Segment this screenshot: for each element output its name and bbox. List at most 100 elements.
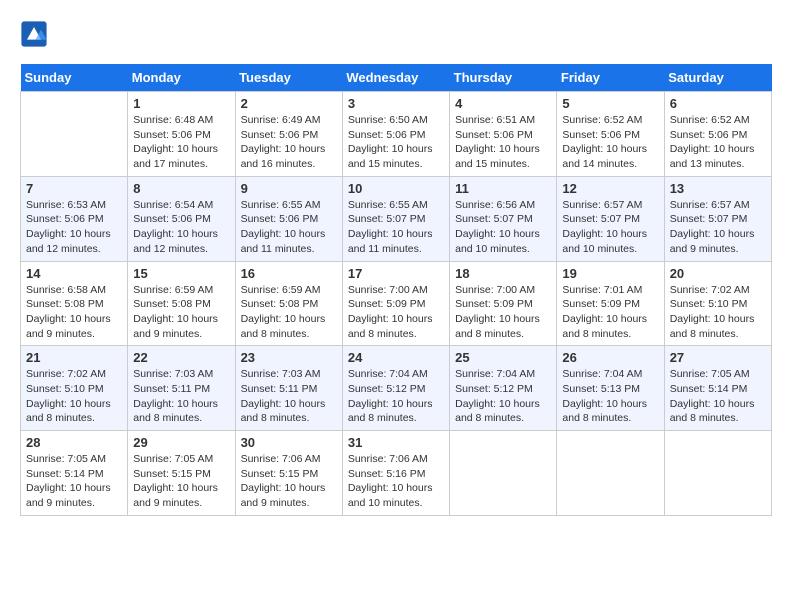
calendar-cell: 12 Sunrise: 6:57 AM Sunset: 5:07 PM Dayl… <box>557 176 664 261</box>
day-info: Sunrise: 7:05 AM Sunset: 5:14 PM Dayligh… <box>26 452 122 511</box>
calendar-cell: 13 Sunrise: 6:57 AM Sunset: 5:07 PM Dayl… <box>664 176 771 261</box>
calendar-cell: 16 Sunrise: 6:59 AM Sunset: 5:08 PM Dayl… <box>235 261 342 346</box>
day-info: Sunrise: 7:02 AM Sunset: 5:10 PM Dayligh… <box>26 367 122 426</box>
weekday-header-row: SundayMondayTuesdayWednesdayThursdayFrid… <box>21 64 772 92</box>
calendar-cell <box>450 431 557 516</box>
calendar-cell: 21 Sunrise: 7:02 AM Sunset: 5:10 PM Dayl… <box>21 346 128 431</box>
calendar-cell: 26 Sunrise: 7:04 AM Sunset: 5:13 PM Dayl… <box>557 346 664 431</box>
day-number: 3 <box>348 96 444 111</box>
day-info: Sunrise: 6:52 AM Sunset: 5:06 PM Dayligh… <box>670 113 766 172</box>
day-number: 11 <box>455 181 551 196</box>
day-info: Sunrise: 7:01 AM Sunset: 5:09 PM Dayligh… <box>562 283 658 342</box>
day-number: 22 <box>133 350 229 365</box>
day-info: Sunrise: 7:04 AM Sunset: 5:12 PM Dayligh… <box>455 367 551 426</box>
calendar-cell <box>557 431 664 516</box>
day-info: Sunrise: 6:57 AM Sunset: 5:07 PM Dayligh… <box>670 198 766 257</box>
weekday-header-wednesday: Wednesday <box>342 64 449 92</box>
calendar-week-5: 28 Sunrise: 7:05 AM Sunset: 5:14 PM Dayl… <box>21 431 772 516</box>
calendar-cell: 9 Sunrise: 6:55 AM Sunset: 5:06 PM Dayli… <box>235 176 342 261</box>
day-info: Sunrise: 6:58 AM Sunset: 5:08 PM Dayligh… <box>26 283 122 342</box>
calendar-cell: 25 Sunrise: 7:04 AM Sunset: 5:12 PM Dayl… <box>450 346 557 431</box>
day-number: 21 <box>26 350 122 365</box>
day-info: Sunrise: 6:56 AM Sunset: 5:07 PM Dayligh… <box>455 198 551 257</box>
day-number: 28 <box>26 435 122 450</box>
calendar-body: 1 Sunrise: 6:48 AM Sunset: 5:06 PM Dayli… <box>21 92 772 516</box>
calendar-cell: 15 Sunrise: 6:59 AM Sunset: 5:08 PM Dayl… <box>128 261 235 346</box>
calendar-cell: 31 Sunrise: 7:06 AM Sunset: 5:16 PM Dayl… <box>342 431 449 516</box>
calendar-cell: 14 Sunrise: 6:58 AM Sunset: 5:08 PM Dayl… <box>21 261 128 346</box>
weekday-header-friday: Friday <box>557 64 664 92</box>
day-number: 12 <box>562 181 658 196</box>
calendar-week-2: 7 Sunrise: 6:53 AM Sunset: 5:06 PM Dayli… <box>21 176 772 261</box>
logo <box>20 20 52 48</box>
day-info: Sunrise: 7:04 AM Sunset: 5:13 PM Dayligh… <box>562 367 658 426</box>
calendar-cell: 27 Sunrise: 7:05 AM Sunset: 5:14 PM Dayl… <box>664 346 771 431</box>
day-info: Sunrise: 7:02 AM Sunset: 5:10 PM Dayligh… <box>670 283 766 342</box>
day-number: 6 <box>670 96 766 111</box>
logo-icon <box>20 20 48 48</box>
day-number: 18 <box>455 266 551 281</box>
day-info: Sunrise: 7:06 AM Sunset: 5:15 PM Dayligh… <box>241 452 337 511</box>
day-number: 27 <box>670 350 766 365</box>
calendar-cell <box>21 92 128 177</box>
calendar-cell: 29 Sunrise: 7:05 AM Sunset: 5:15 PM Dayl… <box>128 431 235 516</box>
day-number: 10 <box>348 181 444 196</box>
day-number: 1 <box>133 96 229 111</box>
weekday-header-tuesday: Tuesday <box>235 64 342 92</box>
calendar-cell: 20 Sunrise: 7:02 AM Sunset: 5:10 PM Dayl… <box>664 261 771 346</box>
calendar-cell: 3 Sunrise: 6:50 AM Sunset: 5:06 PM Dayli… <box>342 92 449 177</box>
calendar-table: SundayMondayTuesdayWednesdayThursdayFrid… <box>20 64 772 516</box>
day-info: Sunrise: 6:53 AM Sunset: 5:06 PM Dayligh… <box>26 198 122 257</box>
calendar-cell: 4 Sunrise: 6:51 AM Sunset: 5:06 PM Dayli… <box>450 92 557 177</box>
day-number: 9 <box>241 181 337 196</box>
calendar-cell: 23 Sunrise: 7:03 AM Sunset: 5:11 PM Dayl… <box>235 346 342 431</box>
page-header <box>20 20 772 48</box>
day-info: Sunrise: 7:00 AM Sunset: 5:09 PM Dayligh… <box>455 283 551 342</box>
day-info: Sunrise: 7:03 AM Sunset: 5:11 PM Dayligh… <box>241 367 337 426</box>
day-number: 20 <box>670 266 766 281</box>
day-number: 29 <box>133 435 229 450</box>
day-number: 23 <box>241 350 337 365</box>
calendar-cell: 28 Sunrise: 7:05 AM Sunset: 5:14 PM Dayl… <box>21 431 128 516</box>
day-info: Sunrise: 6:54 AM Sunset: 5:06 PM Dayligh… <box>133 198 229 257</box>
day-number: 2 <box>241 96 337 111</box>
day-number: 4 <box>455 96 551 111</box>
day-info: Sunrise: 7:04 AM Sunset: 5:12 PM Dayligh… <box>348 367 444 426</box>
weekday-header-monday: Monday <box>128 64 235 92</box>
day-info: Sunrise: 7:06 AM Sunset: 5:16 PM Dayligh… <box>348 452 444 511</box>
day-number: 26 <box>562 350 658 365</box>
calendar-cell <box>664 431 771 516</box>
calendar-cell: 10 Sunrise: 6:55 AM Sunset: 5:07 PM Dayl… <box>342 176 449 261</box>
day-number: 19 <box>562 266 658 281</box>
day-number: 15 <box>133 266 229 281</box>
weekday-header-sunday: Sunday <box>21 64 128 92</box>
day-info: Sunrise: 6:55 AM Sunset: 5:06 PM Dayligh… <box>241 198 337 257</box>
calendar-cell: 11 Sunrise: 6:56 AM Sunset: 5:07 PM Dayl… <box>450 176 557 261</box>
calendar-cell: 5 Sunrise: 6:52 AM Sunset: 5:06 PM Dayli… <box>557 92 664 177</box>
day-info: Sunrise: 7:03 AM Sunset: 5:11 PM Dayligh… <box>133 367 229 426</box>
calendar-cell: 1 Sunrise: 6:48 AM Sunset: 5:06 PM Dayli… <box>128 92 235 177</box>
day-number: 17 <box>348 266 444 281</box>
calendar-cell: 2 Sunrise: 6:49 AM Sunset: 5:06 PM Dayli… <box>235 92 342 177</box>
day-info: Sunrise: 6:50 AM Sunset: 5:06 PM Dayligh… <box>348 113 444 172</box>
weekday-header-thursday: Thursday <box>450 64 557 92</box>
day-info: Sunrise: 6:48 AM Sunset: 5:06 PM Dayligh… <box>133 113 229 172</box>
calendar-week-4: 21 Sunrise: 7:02 AM Sunset: 5:10 PM Dayl… <box>21 346 772 431</box>
day-number: 31 <box>348 435 444 450</box>
day-info: Sunrise: 6:55 AM Sunset: 5:07 PM Dayligh… <box>348 198 444 257</box>
day-info: Sunrise: 6:52 AM Sunset: 5:06 PM Dayligh… <box>562 113 658 172</box>
calendar-week-1: 1 Sunrise: 6:48 AM Sunset: 5:06 PM Dayli… <box>21 92 772 177</box>
day-number: 8 <box>133 181 229 196</box>
day-number: 30 <box>241 435 337 450</box>
calendar-cell: 8 Sunrise: 6:54 AM Sunset: 5:06 PM Dayli… <box>128 176 235 261</box>
weekday-header-saturday: Saturday <box>664 64 771 92</box>
day-info: Sunrise: 6:57 AM Sunset: 5:07 PM Dayligh… <box>562 198 658 257</box>
day-number: 14 <box>26 266 122 281</box>
calendar-week-3: 14 Sunrise: 6:58 AM Sunset: 5:08 PM Dayl… <box>21 261 772 346</box>
day-number: 7 <box>26 181 122 196</box>
day-info: Sunrise: 7:00 AM Sunset: 5:09 PM Dayligh… <box>348 283 444 342</box>
calendar-cell: 6 Sunrise: 6:52 AM Sunset: 5:06 PM Dayli… <box>664 92 771 177</box>
calendar-cell: 18 Sunrise: 7:00 AM Sunset: 5:09 PM Dayl… <box>450 261 557 346</box>
day-info: Sunrise: 6:51 AM Sunset: 5:06 PM Dayligh… <box>455 113 551 172</box>
calendar-cell: 24 Sunrise: 7:04 AM Sunset: 5:12 PM Dayl… <box>342 346 449 431</box>
